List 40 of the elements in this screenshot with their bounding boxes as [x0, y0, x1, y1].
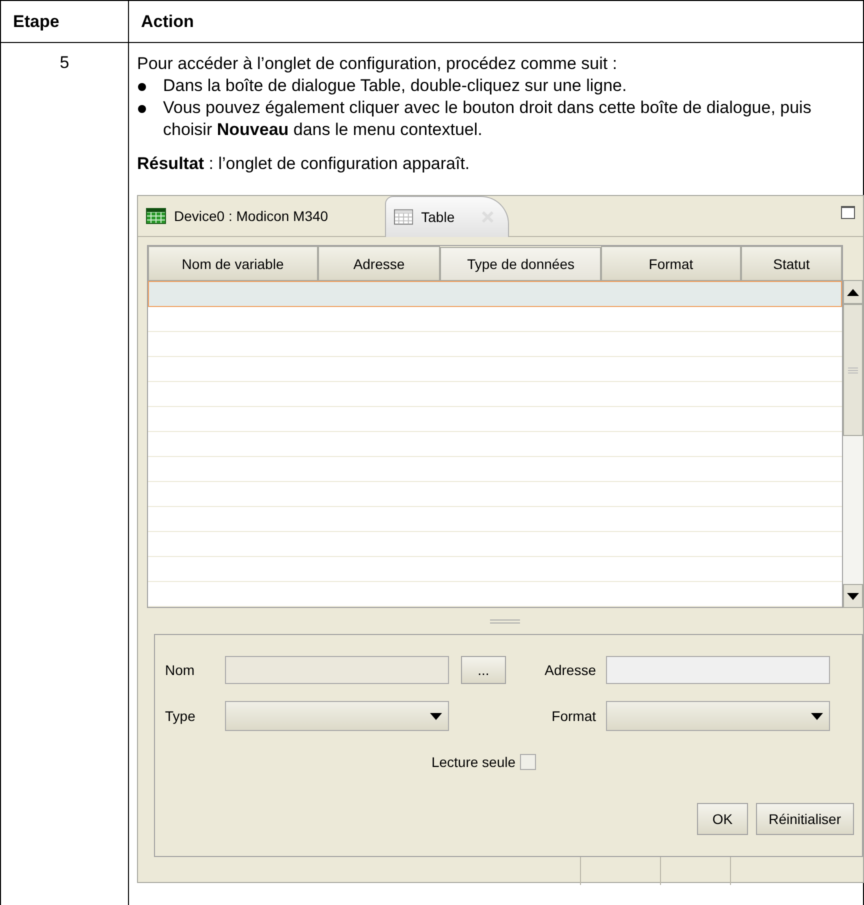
- tab[interactable]: Table: [385, 196, 509, 237]
- name-field[interactable]: [225, 656, 449, 684]
- result-text: Résultat : l’onglet de configuration apparaît.: [137, 153, 471, 175]
- grid-column-header[interactable]: Format: [601, 246, 741, 281]
- table-icon: [146, 208, 166, 224]
- browse-button[interactable]: ...: [461, 656, 506, 684]
- checkbox-label: Lecture seule: [431, 753, 516, 772]
- reset-button[interactable]: Réinitialiser: [756, 802, 854, 834]
- column-header: Action: [129, 1, 864, 43]
- grip-icon: [848, 366, 858, 374]
- grid-row[interactable]: [148, 281, 842, 307]
- format-dropdown[interactable]: [606, 701, 830, 731]
- dropdown-arrow-icon: [811, 712, 823, 720]
- field-label: Nom: [165, 661, 196, 680]
- maximize-icon[interactable]: [841, 206, 855, 219]
- ok-button[interactable]: OK: [697, 802, 748, 834]
- scrollbar[interactable]: [843, 280, 863, 608]
- bullet-text: Vous pouvez également cliquer avec le bouton droit dans cette boîte de dialogue, puis choisir Nouveau dans le menu contextuel.: [163, 97, 812, 141]
- column-header: Etape: [1, 1, 129, 43]
- field-label: Adresse: [544, 661, 596, 680]
- readonly-checkbox[interactable]: [520, 754, 536, 770]
- tab[interactable]: Device0 : Modicon M340: [138, 196, 365, 236]
- scroll-up-icon: [847, 288, 859, 296]
- field-label: Format: [552, 707, 596, 726]
- grid-column-header[interactable]: Adresse: [318, 246, 440, 281]
- bullet-icon: [138, 105, 146, 113]
- instruction-text: Pour accéder à l’onglet de configuration, procédez comme suit :: [137, 53, 618, 75]
- dropdown-arrow-icon: [430, 712, 442, 720]
- bullet-text: Dans la boîte de dialogue Table, double-cliquez sur une ligne.: [163, 75, 627, 97]
- grid-column-header[interactable]: Type de données: [440, 247, 602, 281]
- type-dropdown[interactable]: [225, 701, 449, 731]
- splitter-grip-icon[interactable]: [490, 618, 520, 624]
- step-number: 5: [60, 53, 70, 72]
- scroll-down-icon: [847, 592, 859, 600]
- table-icon: [394, 209, 414, 225]
- address-field[interactable]: [606, 656, 830, 684]
- bullet-icon: [138, 83, 146, 91]
- grid-column-header[interactable]: Statut: [740, 246, 842, 281]
- grid-column-header[interactable]: Nom de variable: [148, 246, 318, 281]
- field-label: Type: [165, 707, 196, 726]
